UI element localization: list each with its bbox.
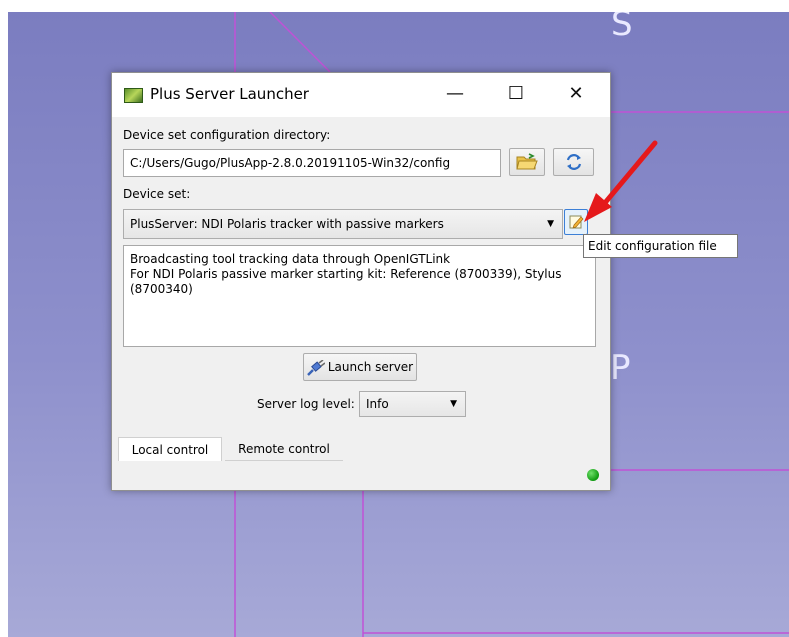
- device-set-dropdown[interactable]: PlusServer: NDI Polaris tracker with pas…: [123, 209, 563, 239]
- tab-remote-control[interactable]: Remote control: [225, 437, 343, 461]
- edit-config-button[interactable]: [564, 209, 588, 235]
- close-button[interactable]: ✕: [554, 79, 598, 109]
- log-level-dropdown[interactable]: Info ▼: [359, 391, 466, 417]
- tab-bar: Local control Remote control: [118, 437, 602, 461]
- log-level-label: Server log level:: [257, 397, 355, 411]
- orientation-letter-s: S: [611, 12, 633, 44]
- log-level-selected: Info: [366, 397, 389, 411]
- config-dir-label: Device set configuration directory:: [123, 128, 331, 142]
- description-line: (8700340): [130, 282, 193, 296]
- open-directory-button[interactable]: [509, 148, 545, 176]
- tooltip: Edit configuration file: [583, 234, 738, 258]
- connection-status-indicator: [587, 469, 599, 481]
- chevron-down-icon: ▼: [547, 219, 554, 229]
- launch-server-button[interactable]: Launch server: [303, 353, 417, 381]
- window-title: Plus Server Launcher: [150, 85, 309, 103]
- launch-server-label: Launch server: [327, 360, 414, 374]
- device-set-selected: PlusServer: NDI Polaris tracker with pas…: [130, 217, 444, 231]
- plug-icon: [306, 358, 326, 376]
- device-set-description: Broadcasting tool tracking data through …: [123, 245, 596, 347]
- chevron-down-icon: ▼: [450, 399, 457, 409]
- plus-server-launcher-window: Plus Server Launcher — ☐ ✕ Device set co…: [111, 72, 611, 491]
- refresh-button[interactable]: [553, 148, 594, 176]
- app-icon: [124, 88, 143, 103]
- description-line: Broadcasting tool tracking data through …: [130, 252, 451, 266]
- edit-config-icon: [569, 215, 584, 229]
- refresh-icon: [566, 154, 581, 170]
- description-line: For NDI Polaris passive marker starting …: [130, 267, 562, 281]
- maximize-button[interactable]: ☐: [494, 79, 538, 109]
- title-bar: Plus Server Launcher — ☐ ✕: [112, 73, 610, 117]
- folder-open-icon: [516, 153, 538, 170]
- tab-local-control[interactable]: Local control: [118, 437, 222, 461]
- minimize-button[interactable]: —: [433, 79, 477, 109]
- device-set-label: Device set:: [123, 187, 191, 201]
- config-dir-field[interactable]: C:/Users/Gugo/PlusApp-2.8.0.20191105-Win…: [123, 149, 501, 177]
- orientation-letter-p: P: [610, 348, 631, 388]
